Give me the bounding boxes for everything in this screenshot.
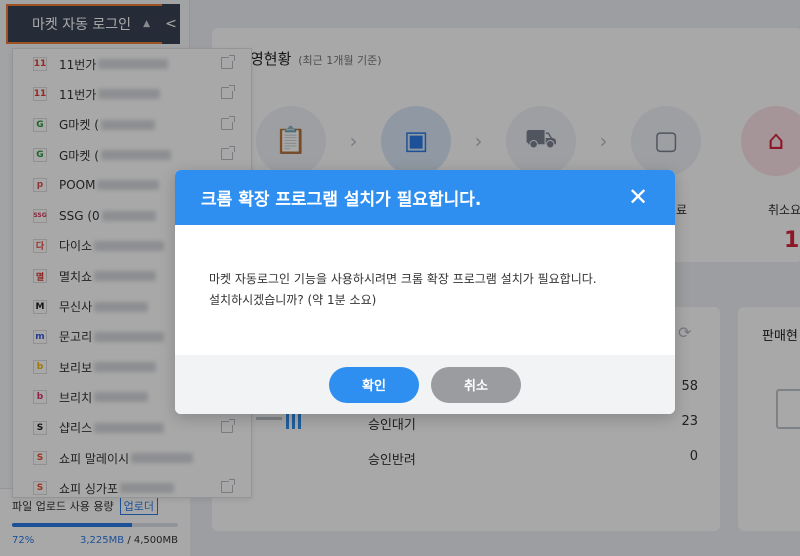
modal-header: 크롬 확장 프로그램 설치가 필요합니다. ✕ [175,170,675,225]
install-extension-modal: 크롬 확장 프로그램 설치가 필요합니다. ✕ 마켓 자동로그인 기능을 사용하… [175,170,675,414]
close-icon[interactable]: ✕ [625,184,651,210]
confirm-button[interactable]: 확인 [329,366,419,403]
modal-body: 마켓 자동로그인 기능을 사용하시려면 크롬 확장 프로그램 설치가 필요합니다… [175,225,675,355]
modal-footer: 확인 취소 [175,355,675,414]
modal-message-line1: 마켓 자동로그인 기능을 사용하시려면 크롬 확장 프로그램 설치가 필요합니다… [209,272,597,286]
cancel-button[interactable]: 취소 [431,366,521,403]
modal-title: 크롬 확장 프로그램 설치가 필요합니다. [201,190,482,210]
modal-message-line2: 설치하시겠습니까? (약 1분 소요) [209,293,377,307]
